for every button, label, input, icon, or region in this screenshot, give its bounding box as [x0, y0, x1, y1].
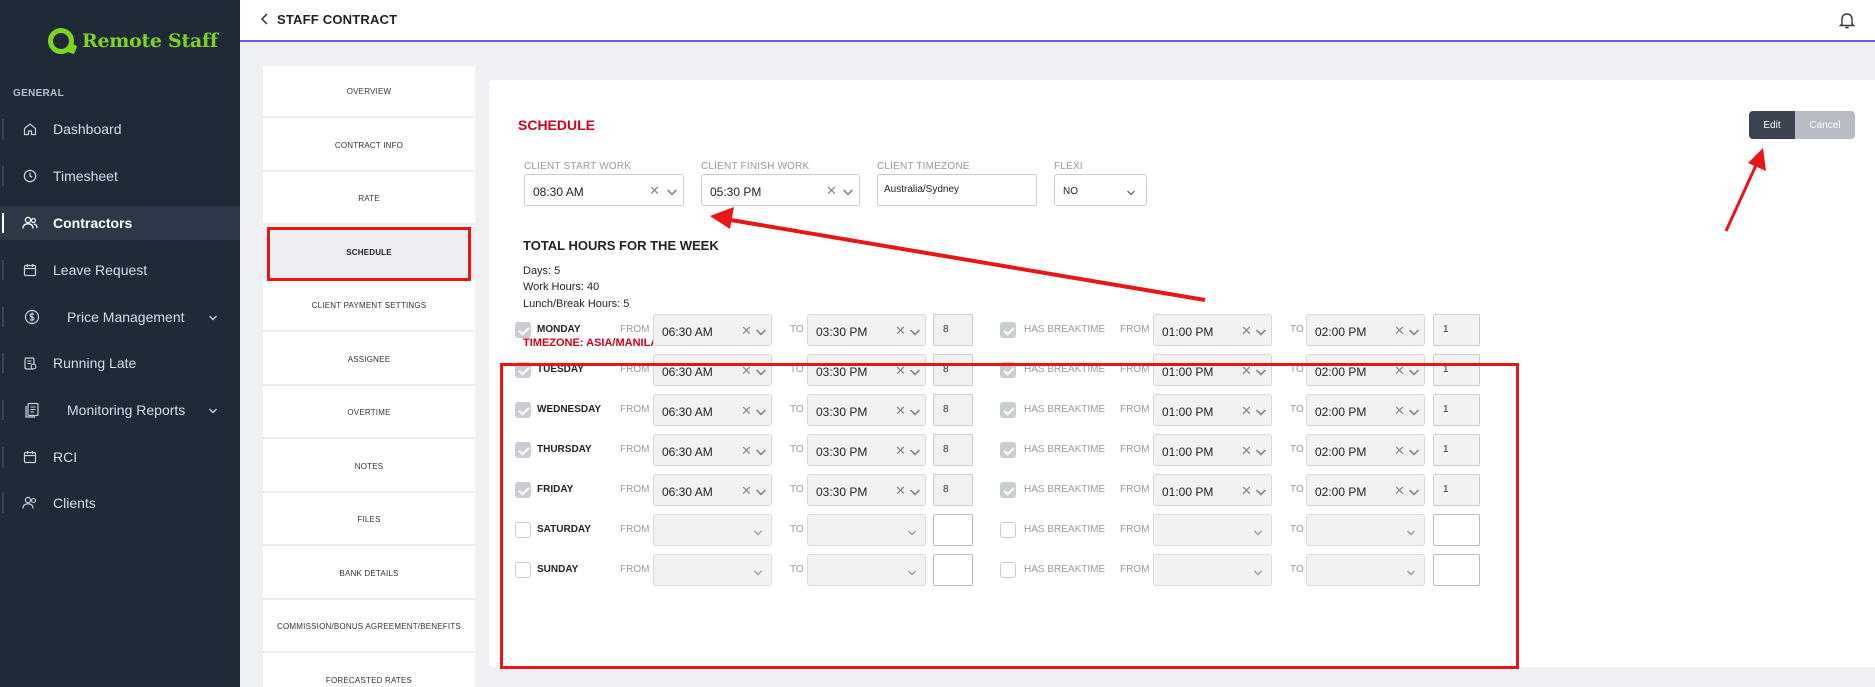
annotation-arrows	[710, 148, 1766, 302]
annotation-arrow-to-start-field	[710, 207, 1206, 302]
annotation-arrow-to-edit-button	[1724, 148, 1766, 232]
